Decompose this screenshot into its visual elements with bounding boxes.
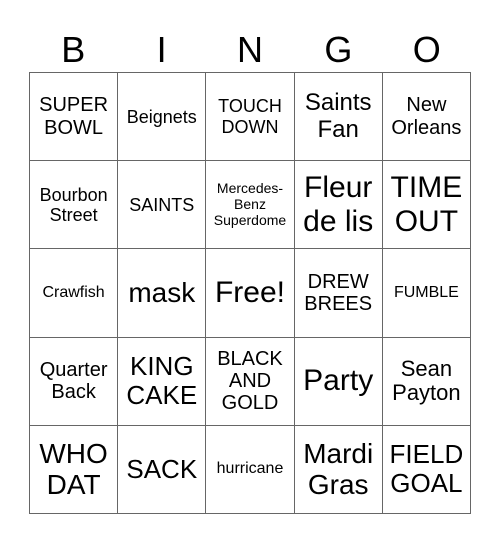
header-letter-n: N: [236, 29, 263, 70]
bingo-cell[interactable]: FUMBLE: [382, 249, 471, 338]
bingo-cell[interactable]: Bourbon Street: [30, 161, 119, 250]
bingo-cell[interactable]: mask: [118, 249, 207, 338]
bingo-cell[interactable]: BLACK AND GOLD: [206, 337, 295, 426]
bingo-cell[interactable]: Sean Payton: [382, 337, 471, 426]
bingo-cell[interactable]: Saints Fan: [294, 73, 383, 162]
bingo-cell[interactable]: KING CAKE: [118, 337, 207, 426]
bingo-cell[interactable]: Mercedes- Benz Superdome: [206, 161, 295, 250]
bingo-cell[interactable]: Fleur de lis: [294, 161, 383, 250]
bingo-cell[interactable]: TIME OUT: [382, 161, 471, 250]
header-letter-o: O: [412, 29, 441, 70]
bingo-cell free-space[interactable]: Free!: [206, 249, 295, 338]
bingo-cell[interactable]: New Orleans: [382, 73, 471, 162]
header-letter-g: G: [324, 29, 353, 70]
bingo-card-grid: SUPER BOWL Beignets TOUCH DOWN Saints Fa…: [29, 72, 471, 514]
bingo-cell[interactable]: FIELD GOAL: [382, 425, 471, 514]
bingo-cell[interactable]: hurricane: [206, 425, 295, 514]
bingo-cell[interactable]: SAINTS: [118, 161, 207, 250]
bingo-cell[interactable]: TOUCH DOWN: [206, 73, 295, 162]
header-letter-b: B: [61, 29, 86, 70]
header-letter-i: I: [156, 29, 167, 70]
bingo-cell[interactable]: Party: [294, 337, 383, 426]
bingo-cell[interactable]: Quarter Back: [30, 337, 119, 426]
bingo-header: B I N G O: [29, 28, 471, 72]
bingo-cell[interactable]: SACK: [118, 425, 207, 514]
bingo-cell[interactable]: Mardi Gras: [294, 425, 383, 514]
bingo-cell[interactable]: Crawfish: [30, 249, 119, 338]
bingo-cell[interactable]: Beignets: [118, 73, 207, 162]
bingo-cell[interactable]: WHO DAT: [30, 425, 119, 514]
bingo-cell[interactable]: DREW BREES: [294, 249, 383, 338]
bingo-cell[interactable]: SUPER BOWL: [30, 73, 119, 162]
